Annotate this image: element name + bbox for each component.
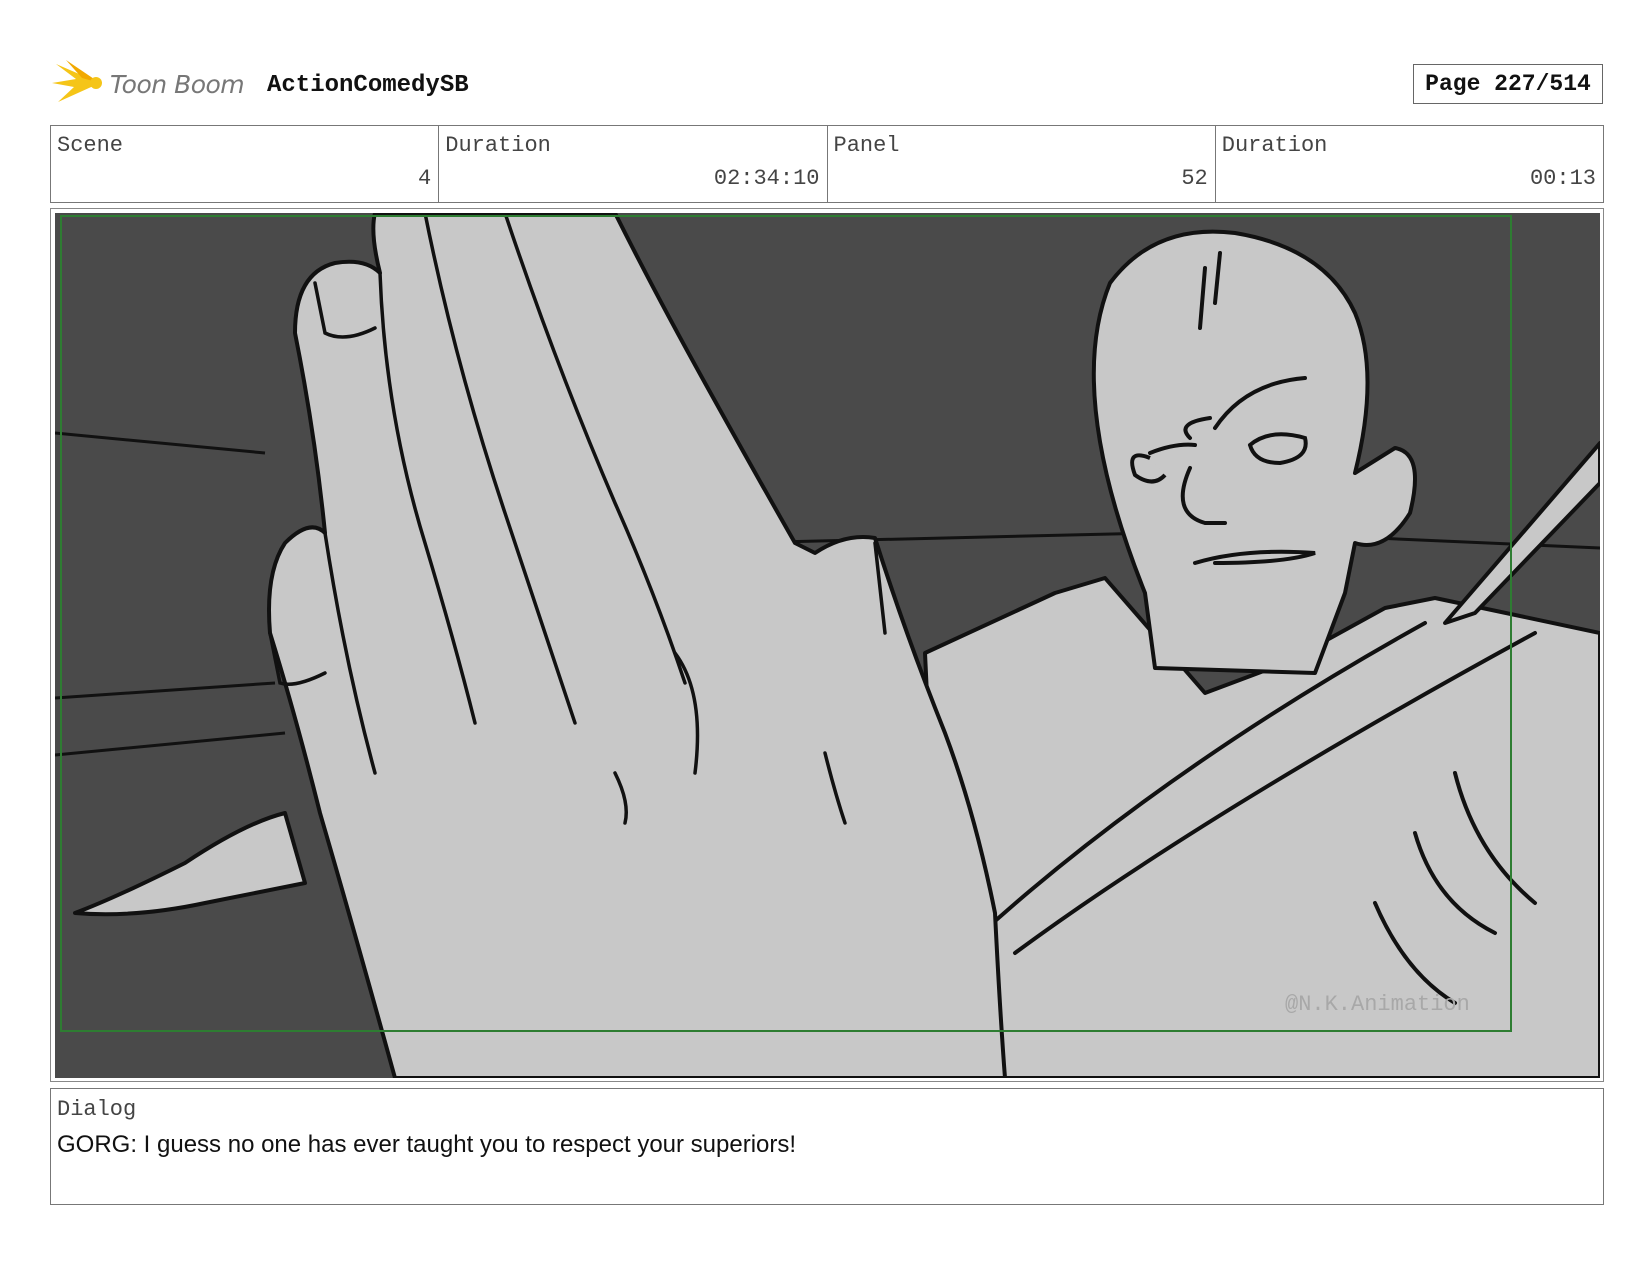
scene-value: 4 xyxy=(418,166,432,191)
scene-duration-label: Duration xyxy=(445,133,551,158)
panel-duration-value: 00:13 xyxy=(1529,166,1596,191)
info-table: Scene 4 Duration 02:34:10 Panel 52 Durat… xyxy=(50,125,1604,203)
panel-duration-cell: Duration 00:13 xyxy=(1216,126,1603,202)
logo-text: Toon Boom xyxy=(110,70,245,99)
dialog-box: Dialog GORG: I guess no one has ever tau… xyxy=(50,1088,1604,1205)
project-title: ActionComedySB xyxy=(267,72,469,99)
page-number: Page 227/514 xyxy=(1413,64,1603,104)
scene-label: Scene xyxy=(57,133,124,158)
storyboard-panel-image: @N.K.Animation xyxy=(55,213,1600,1078)
dialog-text: GORG: I guess no one has ever taught you… xyxy=(57,1131,797,1158)
panel-duration-label: Duration xyxy=(1221,133,1328,158)
scene-duration-value: 02:34:10 xyxy=(713,166,820,191)
scene-duration-cell: Duration 02:34:10 xyxy=(439,126,828,202)
starburst-icon xyxy=(52,60,102,102)
dialog-label: Dialog xyxy=(57,1097,137,1122)
scene-cell: Scene 4 xyxy=(51,126,440,202)
panel-cell: Panel 52 xyxy=(828,126,1216,202)
panel-value: 52 xyxy=(1181,166,1208,191)
watermark: @N.K.Animation xyxy=(1285,992,1470,1017)
panel-label: Panel xyxy=(833,133,900,158)
